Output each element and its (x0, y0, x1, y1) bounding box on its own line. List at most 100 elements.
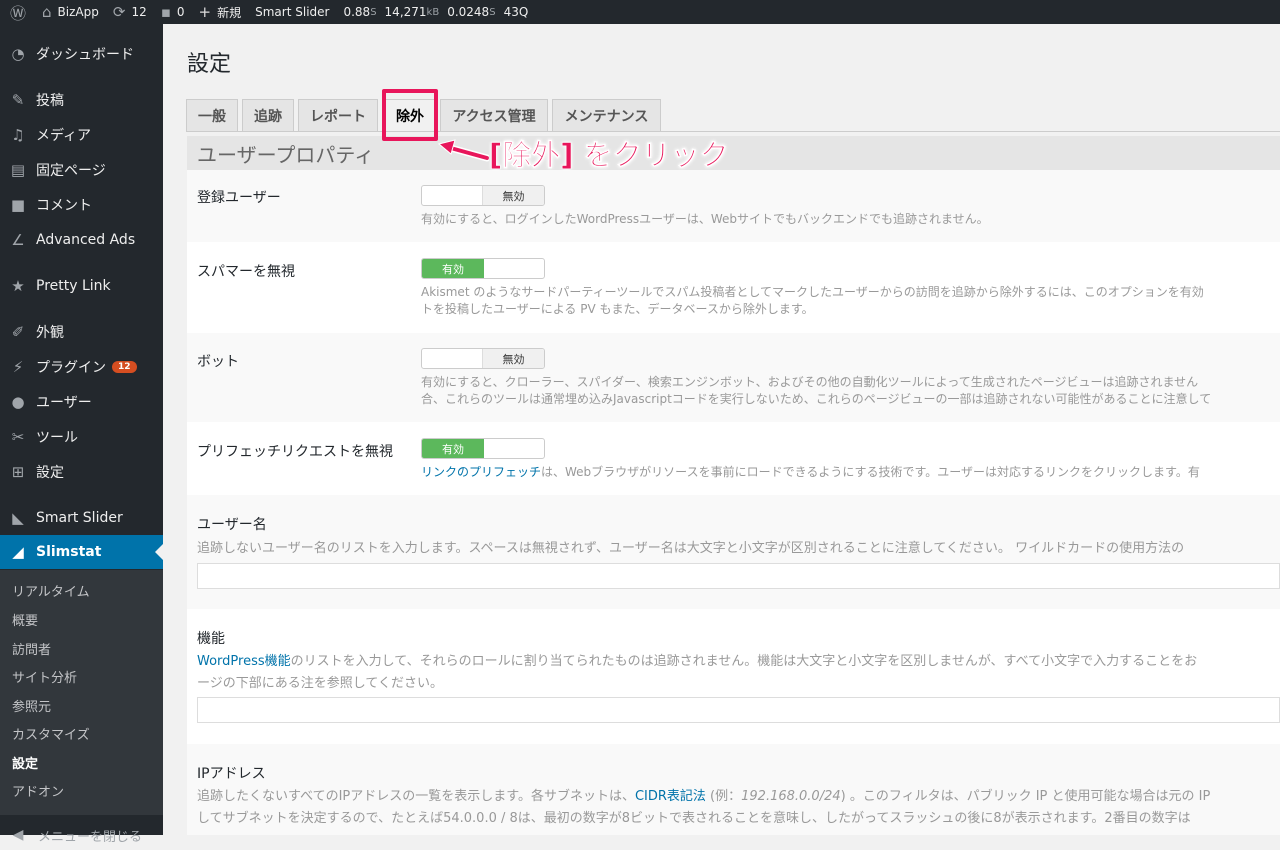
submenu-visitors[interactable]: 訪問者 (12, 639, 51, 658)
usernames-description: 追跡しないユーザー名のリストを入力します。スペースは無視されず、ユーザー名は大文… (197, 541, 1185, 556)
bots-description-line2: 合、これらのツールは通常埋め込みJavascriptコードを実行しないため、これ… (421, 392, 1212, 406)
stat-query-time: 0.0248 S (447, 5, 496, 19)
comment-icon: ■ (10, 196, 26, 214)
collapse-arrow-icon: ◀ (12, 827, 24, 843)
sidebar-item-pages[interactable]: ▤ 固定ページ (0, 153, 163, 187)
chart-icon: ∠ (11, 231, 25, 249)
section-header-user-properties: ユーザープロパティ (187, 136, 1280, 170)
settings-icon: ⊞ (11, 463, 25, 481)
tab-underline (186, 131, 1280, 132)
comment-bubble-icon: ▪ (160, 3, 171, 21)
sidebar-item-smart-slider[interactable]: ◣ Smart Slider (0, 501, 163, 535)
highlight-box (382, 89, 438, 141)
dashboard-icon: ◔ (11, 45, 25, 63)
sidebar-item-pretty-link[interactable]: ★ Pretty Link (0, 269, 163, 303)
slimstat-submenu: リアルタイム 概要 訪問者 サイト分析 参照元 カスタマイズ 設定 アドオン (0, 570, 163, 815)
star-icon: ★ (11, 277, 25, 295)
admin-sidebar: ◔ ダッシュボード ✎ 投稿 ♫ メディア ▤ 固定ページ ■ コメント ∠ Advance… (0, 24, 163, 845)
sidebar-item-tools[interactable]: ✂ ツール (0, 420, 163, 454)
setting-row-capabilities: 機能 WordPress機能のリストを入力して、それらのロールに割り当てられたも… (187, 609, 1280, 744)
bots-toggle[interactable]: 無効 (421, 348, 545, 369)
sidebar-item-plugins[interactable]: ⚡ プラグイン 12 (0, 350, 163, 384)
plugin-icon: ⚡ (12, 358, 24, 376)
plugin-update-badge: 12 (112, 361, 137, 373)
registered-users-description: 有効にすると、ログインしたWordPressユーザーは、Webサイトでもバックエ… (421, 212, 989, 226)
ignore-spammers-label: スパマーを無視 (197, 264, 295, 280)
toggle-off-state: 無効 (482, 349, 544, 368)
usernames-textarea[interactable] (197, 563, 1280, 589)
plus-icon: + (198, 3, 212, 21)
sidebar-item-dashboard[interactable]: ◔ ダッシュボード (0, 37, 163, 71)
updates-link[interactable]: ⟳ 12 (113, 0, 147, 24)
capabilities-textarea[interactable] (197, 697, 1280, 723)
admin-bar: Ⓦ ⌂ BizApp ⟳ 12 ▪ 0 + 新規 Smart Slider 0.88 S … (0, 0, 1280, 24)
registered-users-toggle[interactable]: 無効 (421, 185, 545, 206)
setting-row-ip-addresses: IPアドレス 追跡したくないすべてのIPアドレスの一覧を表示します。各サブネット… (187, 744, 1280, 835)
submenu-customize[interactable]: カスタマイズ (12, 724, 90, 743)
brush-icon: ✐ (11, 323, 25, 341)
toggle-off-state: 無効 (482, 186, 544, 205)
prefetch-description: リンクのプリフェッチは、Webブラウザがリソースを事前にロードできるようにする技… (421, 465, 1200, 479)
ip-description-line1: 追跡したくないすべてのIPアドレスの一覧を表示します。各サブネットは、CIDR表… (197, 789, 1211, 804)
sidebar-item-appearance[interactable]: ✐ 外観 (0, 315, 163, 349)
submenu-overview[interactable]: 概要 (12, 610, 38, 629)
setting-row-bots: ボット 無効 有効にすると、クローラー、スパイダー、検索エンジンボット、およびそ… (187, 333, 1280, 422)
wordpress-capabilities-link[interactable]: WordPress機能 (197, 654, 291, 669)
submenu-realtime[interactable]: リアルタイム (12, 581, 90, 600)
sidebar-item-posts[interactable]: ✎ 投稿 (0, 83, 163, 117)
tab-tracking[interactable]: 追跡 (242, 99, 294, 132)
pin-icon: ✎ (11, 91, 25, 109)
ignore-spammers-toggle[interactable]: 有効 (421, 258, 545, 279)
stats-icon: ◢ (12, 543, 24, 561)
sidebar-item-comments[interactable]: ■ コメント (0, 188, 163, 222)
toggle-on-state: 有効 (422, 439, 484, 458)
prefetch-toggle[interactable]: 有効 (421, 438, 545, 459)
home-icon: ⌂ (42, 3, 52, 21)
submenu-site-analysis[interactable]: サイト分析 (12, 667, 77, 686)
submenu-settings[interactable]: 設定 (12, 753, 38, 772)
ip-description-line2: してサブネットを決定するので、たとえば54.0.0.0 / 8は、最初の数字が8… (197, 811, 1191, 826)
tab-reports[interactable]: レポート (298, 99, 378, 132)
smart-slider-link[interactable]: Smart Slider (255, 0, 329, 24)
site-name-link[interactable]: ⌂ BizApp (42, 0, 99, 24)
user-icon: ● (11, 393, 25, 411)
sidebar-item-media[interactable]: ♫ メディア (0, 118, 163, 152)
ignore-spammers-description-line2: トを投稿したユーザーによる PV もまた、データベースから除外します。 (421, 302, 814, 316)
cidr-notation-link[interactable]: CIDR表記法 (635, 789, 706, 804)
sidebar-item-users[interactable]: ● ユーザー (0, 385, 163, 419)
capabilities-label: 機能 (197, 631, 225, 647)
media-icon: ♫ (11, 126, 25, 144)
registered-users-label: 登録ユーザー (197, 190, 281, 206)
submenu-referrers[interactable]: 参照元 (12, 696, 51, 715)
ignore-spammers-description-line1: Akismet のようなサードパーティーツールでスパム投稿者としてマークしたユー… (421, 285, 1204, 299)
sidebar-item-slimstat[interactable]: ◢ Slimstat (0, 535, 163, 569)
sidebar-item-settings[interactable]: ⊞ 設定 (0, 455, 163, 489)
page-title: 設定 (187, 52, 232, 77)
collapse-menu-button[interactable]: ◀ メニューを閉じる (0, 820, 163, 850)
ip-addresses-label: IPアドレス (197, 766, 266, 782)
setting-row-registered-users: 登録ユーザー 無効 有効にすると、ログインしたWordPressユーザーは、We… (187, 170, 1280, 242)
page-icon: ▤ (10, 161, 26, 179)
toggle-on-state: 有効 (422, 259, 484, 278)
capabilities-description-line1: WordPress機能のリストを入力して、それらのロールに割り当てられたものは追… (197, 654, 1198, 669)
slider-icon: ◣ (12, 509, 24, 527)
tab-maintenance[interactable]: メンテナンス (552, 99, 661, 132)
prefetch-link[interactable]: リンクのプリフェッチ (421, 465, 541, 479)
submenu-addons[interactable]: アドオン (12, 781, 64, 800)
setting-row-ignore-spammers: スパマーを無視 有効 Akismet のようなサードパーティーツールでスパム投稿… (187, 242, 1280, 333)
wordpress-logo-icon[interactable]: Ⓦ (10, 0, 32, 24)
sidebar-item-advanced-ads[interactable]: ∠ Advanced Ads (0, 223, 163, 257)
capabilities-description-line2: ージの下部にある注を参照してください。 (197, 676, 443, 691)
wrench-icon: ✂ (11, 428, 25, 446)
tab-general[interactable]: 一般 (186, 99, 238, 132)
new-content-link[interactable]: + 新規 (199, 0, 242, 24)
comments-link[interactable]: ▪ 0 (161, 0, 185, 24)
stat-page-time: 0.88 S (343, 5, 377, 19)
bots-label: ボット (197, 354, 239, 370)
annotation-arrow-icon (437, 139, 489, 162)
stat-memory: 14,271 kB (384, 5, 440, 19)
annotation-text: [除外] をクリック (489, 138, 729, 173)
setting-row-prefetch: プリフェッチリクエストを無視 有効 リンクのプリフェッチは、Webブラウザがリソ… (187, 422, 1280, 495)
tab-access-control[interactable]: アクセス管理 (440, 99, 548, 132)
bots-description-line1: 有効にすると、クローラー、スパイダー、検索エンジンボット、およびその他の自動化ツ… (421, 375, 1199, 389)
